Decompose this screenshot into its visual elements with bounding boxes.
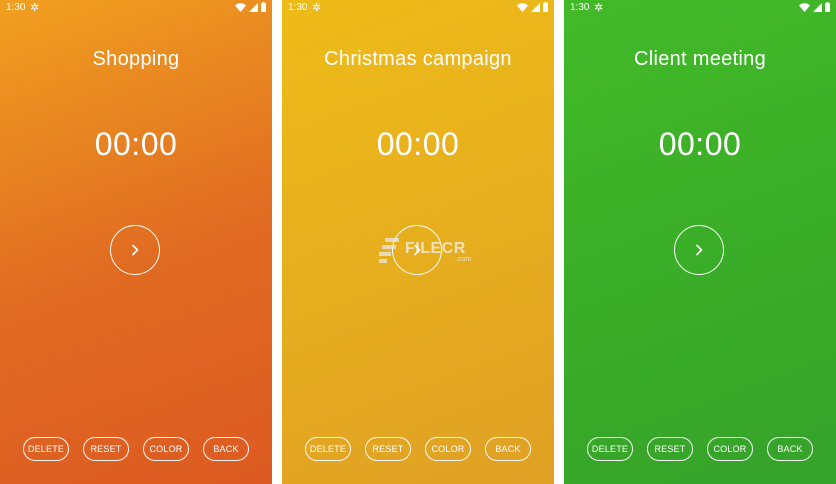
start-button[interactable] xyxy=(674,225,724,275)
battery-icon xyxy=(825,2,830,12)
control-buttons: DELETE RESET COLOR BACK xyxy=(305,437,533,461)
delete-button[interactable]: DELETE xyxy=(587,437,633,461)
status-bar: 1:30 ✲ xyxy=(282,0,554,16)
delete-button[interactable]: DELETE xyxy=(305,437,351,461)
color-button[interactable]: COLOR xyxy=(143,437,189,461)
wifi-icon xyxy=(235,2,246,12)
status-time: 1:30 xyxy=(6,2,26,13)
signal-icon xyxy=(531,2,540,12)
start-button[interactable] xyxy=(110,225,160,275)
color-button[interactable]: COLOR xyxy=(425,437,471,461)
back-button[interactable]: BACK xyxy=(767,437,813,461)
color-button[interactable]: COLOR xyxy=(707,437,753,461)
timer-screen-client-meeting: 1:30 ✲ Client meeting 00:00 DELETE RESET… xyxy=(564,0,836,484)
chevron-right-icon xyxy=(696,244,703,256)
wifi-icon xyxy=(799,2,810,12)
control-buttons: DELETE RESET COLOR BACK xyxy=(587,437,815,461)
back-button[interactable]: BACK xyxy=(203,437,249,461)
gear-icon: ✲ xyxy=(30,2,40,14)
timer-title[interactable]: Christmas campaign xyxy=(282,48,554,71)
gear-icon: ✲ xyxy=(594,2,604,14)
watermark-suffix: .com xyxy=(456,256,472,263)
battery-icon xyxy=(261,2,266,12)
watermark: FILECR .com xyxy=(379,232,489,272)
timer-title[interactable]: Shopping xyxy=(0,48,272,71)
timer-display: 00:00 xyxy=(658,126,742,162)
back-button[interactable]: BACK xyxy=(485,437,531,461)
wifi-icon xyxy=(517,2,528,12)
signal-icon xyxy=(249,2,258,12)
status-bar: 1:30 ✲ xyxy=(564,0,836,16)
battery-icon xyxy=(543,2,548,12)
chevron-right-icon xyxy=(132,244,139,256)
reset-button[interactable]: RESET xyxy=(647,437,693,461)
status-time: 1:30 xyxy=(288,2,308,13)
timer-title[interactable]: Client meeting xyxy=(564,48,836,71)
timer-display: 00:00 xyxy=(376,126,460,162)
timer-screen-shopping: 1:30 ✲ Shopping 00:00 DELETE RESET COLOR… xyxy=(0,0,272,484)
status-time: 1:30 xyxy=(570,2,590,13)
status-bar: 1:30 ✲ xyxy=(0,0,272,16)
timer-display: 00:00 xyxy=(94,126,178,162)
gear-icon: ✲ xyxy=(312,2,322,14)
reset-button[interactable]: RESET xyxy=(365,437,411,461)
control-buttons: DELETE RESET COLOR BACK xyxy=(23,437,251,461)
filecr-logo-icon xyxy=(379,238,399,263)
delete-button[interactable]: DELETE xyxy=(23,437,69,461)
reset-button[interactable]: RESET xyxy=(83,437,129,461)
signal-icon xyxy=(813,2,822,12)
